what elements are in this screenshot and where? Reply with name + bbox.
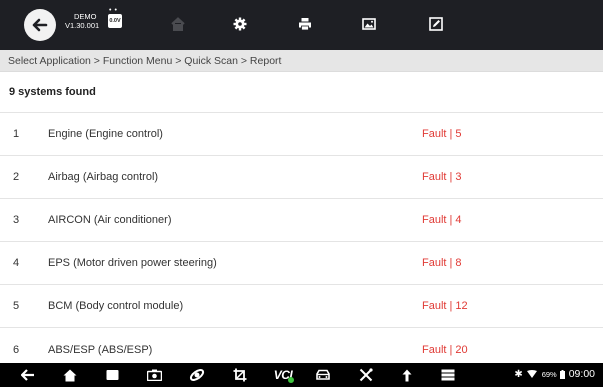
system-row[interactable]: 5 BCM (Body control module) Fault | 12 [0,285,603,328]
image-button[interactable] [357,12,381,36]
nav-recent-button[interactable] [102,365,122,385]
system-list: 1 Engine (Engine control) Fault | 5 2 Ai… [0,113,603,371]
car-icon [316,369,330,380]
print-icon [299,18,311,31]
settings-gear-icon [233,17,247,31]
system-name: ABS/ESP (ABS/ESP) [48,343,153,356]
edit-button[interactable] [424,12,448,36]
nav-back-button[interactable] [18,365,38,385]
home-button[interactable] [166,12,190,36]
vehicle-info: DEMO V1.30.001 [65,12,99,30]
home-icon [63,369,77,381]
crop-icon [233,368,247,382]
fault-status: Fault | 8 [422,257,462,269]
nav-browser-button[interactable] [187,365,207,385]
system-name: AIRCON (Air conditioner) [48,214,172,226]
tools-icon [359,368,373,382]
breadcrumb: Select Application > Function Menu > Qui… [0,50,603,72]
battery-percent: 69% [541,369,557,379]
row-number: 3 [13,214,20,226]
nav-crop-button[interactable] [230,365,250,385]
top-toolbar: DEMO V1.30.001 •• 0.0V [0,0,603,50]
vci-connected-dot [288,377,294,383]
back-icon [32,18,48,32]
settings-button[interactable] [228,12,252,36]
status-area: ✱ 69% 09:00 [514,368,595,380]
nav-vci-button[interactable]: VCI [270,365,296,385]
fault-status: Fault | 5 [422,128,462,140]
nav-car-button[interactable] [313,365,333,385]
nav-menu-button[interactable] [438,365,458,385]
browser-icon [189,369,205,381]
upload-icon [402,369,412,381]
system-row[interactable]: 1 Engine (Engine control) Fault | 5 [0,113,603,156]
row-number: 1 [13,128,20,140]
edit-icon [429,17,443,31]
image-icon [362,18,376,30]
fault-status: Fault | 4 [422,214,462,226]
bottom-navigation-bar: VCI ✱ 69% 09:00 [0,363,603,387]
system-name: Airbag (Airbag control) [48,171,159,183]
system-name: EPS (Motor driven power steering) [48,257,217,269]
back-arrow-icon [21,369,34,381]
system-row[interactable]: 4 EPS (Motor driven power steering) Faul… [0,242,603,285]
bluetooth-icon: ✱ [514,368,523,380]
battery-icon [559,369,565,379]
home-icon [171,17,185,31]
nav-tools-button[interactable] [356,365,376,385]
nav-home-button[interactable] [60,365,80,385]
back-button[interactable] [24,9,56,41]
system-name: Engine (Engine control) [48,128,163,140]
system-row[interactable]: 3 AIRCON (Air conditioner) Fault | 4 [0,199,603,242]
fault-status: Fault | 12 [422,300,468,312]
menu-icon [441,369,455,381]
row-number: 5 [13,300,20,312]
nav-upload-button[interactable] [397,365,417,385]
system-row[interactable]: 2 Airbag (Airbag control) Fault | 3 [0,156,603,199]
wifi-icon [526,370,537,378]
nav-camera-button[interactable] [144,365,164,385]
voltage-badge: 0.0V [108,14,122,28]
print-button[interactable] [293,12,317,36]
clock: 09:00 [568,368,595,380]
systems-found-summary: 9 systems found [0,72,603,113]
version-label: V1.30.001 [65,21,100,30]
demo-label: DEMO [74,12,97,21]
recent-apps-icon [106,370,118,380]
row-number: 6 [13,343,20,356]
fault-status: Fault | 20 [422,343,468,356]
fault-status: Fault | 3 [422,171,462,183]
row-number: 2 [13,171,20,183]
camera-icon [146,369,162,381]
system-name: BCM (Body control module) [48,300,184,312]
row-number: 4 [13,257,20,269]
